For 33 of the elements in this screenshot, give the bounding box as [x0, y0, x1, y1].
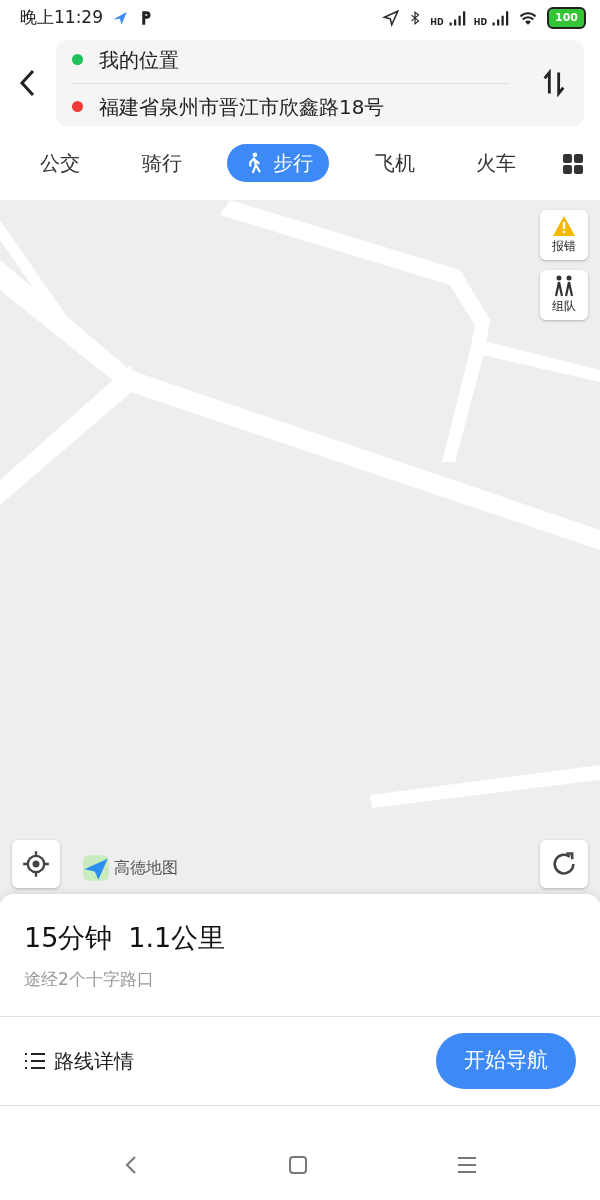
map-tool-button[interactable]: 组队 [540, 270, 588, 320]
grid-icon [561, 152, 584, 175]
signal-label: HD [430, 19, 444, 27]
origin-field[interactable]: 我的位置 [99, 44, 179, 75]
list-icon [24, 1050, 46, 1071]
more-modes-button[interactable] [561, 151, 584, 175]
menu-nav-icon[interactable] [457, 1156, 478, 1174]
mode-tab[interactable]: 骑行 [125, 144, 198, 182]
refresh-icon [550, 850, 578, 878]
origin-dot [72, 54, 83, 65]
mode-tab[interactable]: 公交 [24, 144, 96, 182]
location-icon [382, 9, 401, 27]
destination-dot [72, 101, 83, 112]
locate-icon [22, 850, 50, 878]
distance-text: 1.1公里 [128, 921, 226, 955]
mode-tab[interactable]: 飞机 [358, 144, 431, 182]
map-logo: 高德地图 [114, 857, 178, 879]
status-time: 晚上11:29 [20, 6, 103, 30]
battery-indicator: 100 [547, 6, 586, 30]
signal-icon [447, 9, 466, 27]
signal-icon [491, 9, 510, 27]
map-tool-button[interactable]: 报错 [540, 210, 588, 260]
locate-button[interactable] [12, 840, 60, 888]
warning-icon [551, 215, 577, 237]
duration-text: 15分钟 [24, 921, 113, 955]
signal-label: HD [473, 19, 488, 27]
route-note: 途经2个十字路口 [24, 967, 155, 991]
logo-icon [82, 854, 110, 882]
refresh-button[interactable] [540, 840, 588, 888]
route-details-button[interactable]: 路线详情 [24, 1045, 134, 1076]
home-nav-icon[interactable] [288, 1155, 308, 1175]
destination-field[interactable]: 福建省泉州市晋江市欣鑫路18号 [99, 91, 385, 122]
mode-tab[interactable]: 火车 [460, 144, 533, 182]
